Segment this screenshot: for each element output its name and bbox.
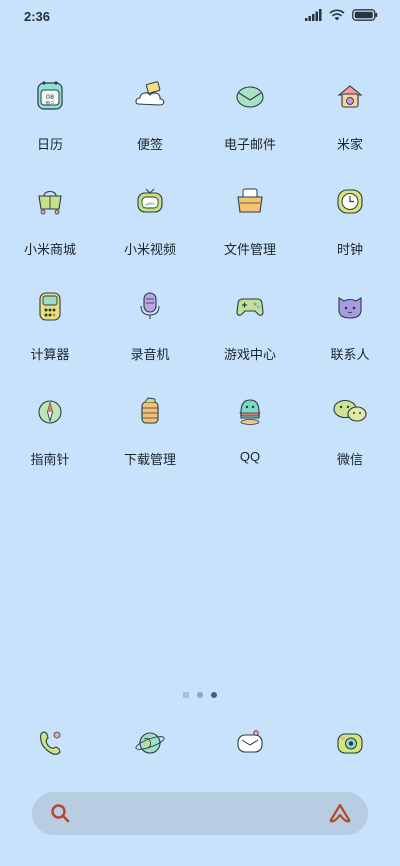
app-compass[interactable]: 指南针 [0, 385, 100, 490]
app-label: 联系人 [330, 347, 370, 362]
app-label: 米家 [336, 137, 363, 152]
app-label: 下载管理 [123, 452, 176, 467]
downloads-icon [141, 397, 159, 424]
clock-icon [337, 189, 363, 214]
app-recorder[interactable]: 录音机 [100, 280, 200, 385]
app-calculator[interactable]: 计算器 [0, 280, 100, 385]
app-label: 微信 [336, 452, 363, 467]
app-mall[interactable]: 小米商城 [0, 175, 100, 280]
search-icon[interactable] [50, 803, 70, 823]
contacts-icon [338, 297, 362, 319]
app-qq[interactable]: QQ [200, 385, 300, 490]
app-label: 小米商城 [23, 242, 76, 257]
dock [0, 722, 400, 762]
app-label: 日历 [36, 137, 63, 152]
app-label: 时钟 [336, 242, 363, 257]
app-email[interactable]: 电子邮件 [200, 70, 300, 175]
status-time: 2:36 [24, 9, 51, 24]
app-file-manager[interactable]: 文件管理 [200, 175, 300, 280]
app-mijia[interactable]: 米家 [300, 70, 400, 175]
app-clock[interactable]: 时钟 [300, 175, 400, 280]
app-label: 录音机 [130, 347, 170, 362]
dock-messages[interactable] [200, 722, 300, 762]
qq-icon [239, 399, 261, 425]
calculator-icon [39, 292, 61, 321]
app-contacts[interactable]: 联系人 [300, 280, 400, 385]
battery-icon [352, 9, 378, 21]
page-indicator [0, 692, 400, 698]
voice-assistant-icon[interactable] [328, 802, 352, 824]
app-label: 计算器 [30, 347, 70, 362]
dock-phone[interactable] [0, 722, 100, 762]
mall-icon [38, 190, 62, 215]
app-notes[interactable]: 便签 [100, 70, 200, 175]
calendar-weekday: 周三 [46, 101, 55, 107]
dock-browser[interactable] [100, 722, 200, 762]
calendar-date: 08 [46, 93, 54, 101]
app-label: 指南针 [30, 452, 70, 467]
app-label: QQ [239, 449, 261, 464]
mijia-icon [337, 85, 363, 108]
game-center-icon [236, 298, 264, 316]
app-calendar[interactable]: 08 周三 日历 [0, 70, 100, 175]
dock-camera[interactable] [300, 722, 400, 762]
notes-icon [135, 81, 165, 106]
recorder-icon [140, 292, 160, 319]
app-label: 便签 [136, 137, 163, 152]
app-wechat[interactable]: 微信 [300, 385, 400, 490]
app-game-center[interactable]: 游戏中心 [200, 280, 300, 385]
file-manager-icon [237, 188, 263, 213]
status-icons [305, 9, 378, 21]
signal-icon [305, 9, 322, 21]
wechat-icon [333, 399, 367, 422]
page-dot-3 [211, 692, 217, 698]
page-dot-1 [183, 692, 189, 698]
calendar-icon: 08 周三 [37, 81, 63, 110]
status-bar: 2:36 [0, 0, 400, 34]
page-dot-2 [197, 692, 203, 698]
app-downloads[interactable]: 下载管理 [100, 385, 200, 490]
wifi-icon [329, 9, 345, 21]
app-label: 游戏中心 [223, 347, 276, 362]
phone-icon [40, 731, 61, 755]
compass-icon [38, 400, 62, 424]
app-label: 电子邮件 [223, 137, 276, 152]
messages-icon [237, 730, 263, 753]
app-video[interactable]: 小米视频 [100, 175, 200, 280]
video-icon [137, 188, 163, 213]
browser-icon [135, 732, 165, 754]
email-icon [236, 86, 264, 108]
search-bar[interactable] [32, 792, 368, 835]
app-label: 小米视频 [123, 242, 176, 257]
camera-icon [337, 733, 363, 754]
app-label: 文件管理 [223, 242, 276, 257]
app-grid: 08 周三 日历 便签 电子邮件 米家 小米商城 小米视频 文件管理 时钟 计算… [0, 70, 400, 490]
